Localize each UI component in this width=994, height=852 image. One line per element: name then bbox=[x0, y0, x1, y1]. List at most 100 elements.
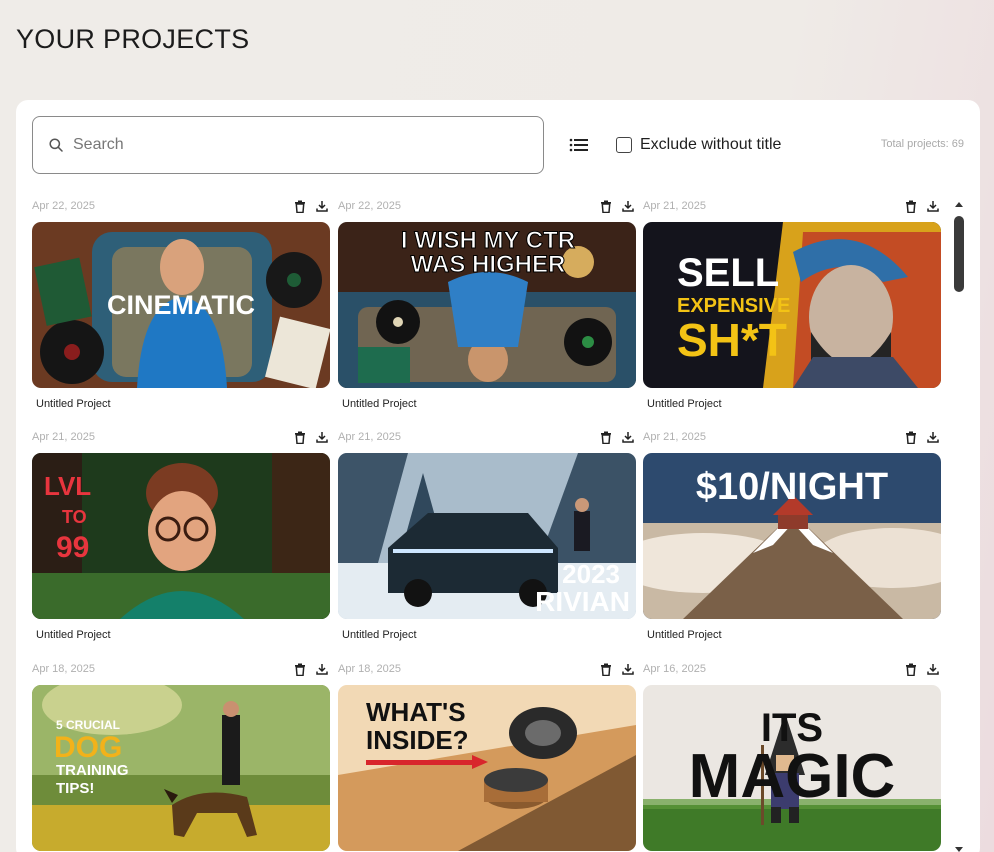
download-icon bbox=[622, 431, 634, 443]
thumbnail-overlay-line1: 5 CRUCIAL bbox=[56, 718, 120, 732]
project-title: Untitled Project bbox=[36, 629, 111, 641]
thumbnail-overlay-line1: 2023 bbox=[562, 559, 620, 589]
download-button[interactable] bbox=[622, 431, 634, 444]
total-projects-label: Total projects: bbox=[880, 138, 949, 150]
project-thumbnail[interactable]: LVL TO 99 bbox=[32, 453, 330, 619]
download-button[interactable] bbox=[622, 663, 634, 676]
search-box[interactable] bbox=[32, 116, 544, 174]
thumbnail-overlay-line1: LVL bbox=[44, 471, 91, 501]
scrollbar-thumb[interactable] bbox=[954, 216, 964, 292]
project-thumbnail[interactable]: ITS MAGIC bbox=[643, 685, 941, 851]
project-date: Apr 21, 2025 bbox=[338, 431, 401, 443]
project-thumbnail[interactable]: CINEMATIC bbox=[32, 222, 330, 388]
project-card[interactable]: Apr 21, 2025 $10/NIGHT Untitled Project bbox=[643, 427, 941, 651]
project-thumbnail[interactable]: $10/NIGHT bbox=[643, 453, 941, 619]
project-thumbnail[interactable]: WHAT'S INSIDE? bbox=[338, 685, 636, 851]
project-card[interactable]: Apr 21, 2025 2023 RIVIAN Untitled Projec… bbox=[338, 427, 636, 651]
download-button[interactable] bbox=[927, 431, 939, 444]
project-date: Apr 21, 2025 bbox=[32, 431, 95, 443]
delete-button[interactable] bbox=[600, 431, 612, 444]
project-thumbnail[interactable]: I WISH MY CTR WAS HIGHER bbox=[338, 222, 636, 388]
project-title: Untitled Project bbox=[342, 398, 417, 410]
total-projects: Total projects: 69 bbox=[878, 138, 964, 150]
trash-icon bbox=[906, 200, 916, 213]
list-view-button[interactable] bbox=[568, 134, 590, 156]
project-card[interactable]: Apr 21, 2025 LVL TO 99 Untitled Project bbox=[32, 427, 330, 651]
delete-button[interactable] bbox=[294, 663, 306, 676]
delete-button[interactable] bbox=[905, 431, 917, 444]
project-title: Untitled Project bbox=[647, 629, 722, 641]
trash-icon bbox=[295, 431, 305, 444]
thumbnail-overlay-line3: SH*T bbox=[677, 314, 787, 366]
download-button[interactable] bbox=[316, 663, 328, 676]
total-projects-count: 69 bbox=[951, 138, 964, 150]
project-date: Apr 21, 2025 bbox=[643, 200, 706, 212]
project-date: Apr 22, 2025 bbox=[338, 200, 401, 212]
thumbnail-overlay-line3: TRAINING bbox=[56, 762, 129, 779]
list-view-icon bbox=[569, 138, 588, 152]
scroll-down-arrow[interactable] bbox=[955, 847, 963, 852]
project-date: Apr 18, 2025 bbox=[338, 663, 401, 675]
exclude-without-title-toggle[interactable]: Exclude without title bbox=[616, 136, 781, 154]
download-button[interactable] bbox=[927, 663, 939, 676]
scroll-up-arrow[interactable] bbox=[955, 202, 963, 207]
thumbnail-overlay-text: $10/NIGHT bbox=[696, 466, 888, 508]
trash-icon bbox=[906, 663, 916, 676]
project-thumbnail[interactable]: SELL EXPENSIVE SH*T bbox=[643, 222, 941, 388]
projects-panel: Exclude without title Total projects:69 … bbox=[16, 100, 980, 852]
delete-button[interactable] bbox=[600, 200, 612, 213]
search-icon bbox=[49, 138, 63, 152]
download-button[interactable] bbox=[316, 431, 328, 444]
project-date: Apr 22, 2025 bbox=[32, 200, 95, 212]
project-card[interactable]: Apr 22, 2025 I WISH MY CTR WAS HIGHER Un… bbox=[338, 196, 636, 420]
project-card[interactable]: Apr 22, 2025 CINEMATIC Untitled Project bbox=[32, 196, 330, 420]
trash-icon bbox=[601, 431, 611, 444]
scrollbar[interactable] bbox=[952, 202, 966, 852]
delete-button[interactable] bbox=[600, 663, 612, 676]
download-icon bbox=[316, 431, 328, 443]
thumbnail-overlay-line2: MAGIC bbox=[689, 742, 896, 811]
delete-button[interactable] bbox=[905, 663, 917, 676]
trash-icon bbox=[295, 200, 305, 213]
download-button[interactable] bbox=[316, 200, 328, 213]
delete-button[interactable] bbox=[905, 200, 917, 213]
project-date: Apr 21, 2025 bbox=[643, 431, 706, 443]
project-title: Untitled Project bbox=[342, 629, 417, 641]
project-card[interactable]: Apr 21, 2025 SELL EXPENSIVE SH*T Untitle… bbox=[643, 196, 941, 420]
download-icon bbox=[927, 663, 939, 675]
page-title: YOUR PROJECTS bbox=[16, 24, 250, 54]
thumbnail-overlay-line2: TO bbox=[62, 507, 87, 527]
project-card[interactable]: Apr 18, 2025 5 CRUCIAL DOG TRAINING TIPS… bbox=[32, 659, 330, 852]
search-input[interactable] bbox=[73, 136, 493, 154]
exclude-without-title-label: Exclude without title bbox=[640, 136, 782, 153]
download-icon bbox=[622, 663, 634, 675]
thumbnail-overlay-line2: WAS HIGHER bbox=[411, 251, 566, 278]
trash-icon bbox=[295, 663, 305, 676]
thumbnail-overlay-line4: TIPS! bbox=[56, 780, 94, 797]
download-icon bbox=[927, 431, 939, 443]
thumbnail-overlay-line2: INSIDE? bbox=[366, 725, 469, 755]
project-date: Apr 18, 2025 bbox=[32, 663, 95, 675]
project-thumbnail[interactable]: 2023 RIVIAN bbox=[338, 453, 636, 619]
thumbnail-overlay-line3: 99 bbox=[56, 531, 89, 564]
download-icon bbox=[316, 663, 328, 675]
delete-button[interactable] bbox=[294, 431, 306, 444]
project-thumbnail[interactable]: 5 CRUCIAL DOG TRAINING TIPS! bbox=[32, 685, 330, 851]
download-icon bbox=[316, 200, 328, 212]
project-date: Apr 16, 2025 bbox=[643, 663, 706, 675]
project-card[interactable]: Apr 16, 2025 ITS MAGIC bbox=[643, 659, 941, 852]
trash-icon bbox=[601, 200, 611, 213]
download-icon bbox=[927, 200, 939, 212]
thumbnail-overlay-text: CINEMATIC bbox=[107, 290, 255, 320]
download-button[interactable] bbox=[622, 200, 634, 213]
exclude-without-title-checkbox[interactable] bbox=[616, 137, 632, 153]
thumbnail-overlay-line2: RIVIAN bbox=[535, 586, 630, 617]
delete-button[interactable] bbox=[294, 200, 306, 213]
thumbnail-overlay-line1: WHAT'S bbox=[366, 697, 466, 727]
download-button[interactable] bbox=[927, 200, 939, 213]
thumbnail-overlay-line2: DOG bbox=[54, 731, 122, 764]
thumbnail-overlay-line1: I WISH MY CTR bbox=[401, 227, 575, 254]
project-card[interactable]: Apr 18, 2025 WHAT'S INSIDE? bbox=[338, 659, 636, 852]
trash-icon bbox=[906, 431, 916, 444]
download-icon bbox=[622, 200, 634, 212]
